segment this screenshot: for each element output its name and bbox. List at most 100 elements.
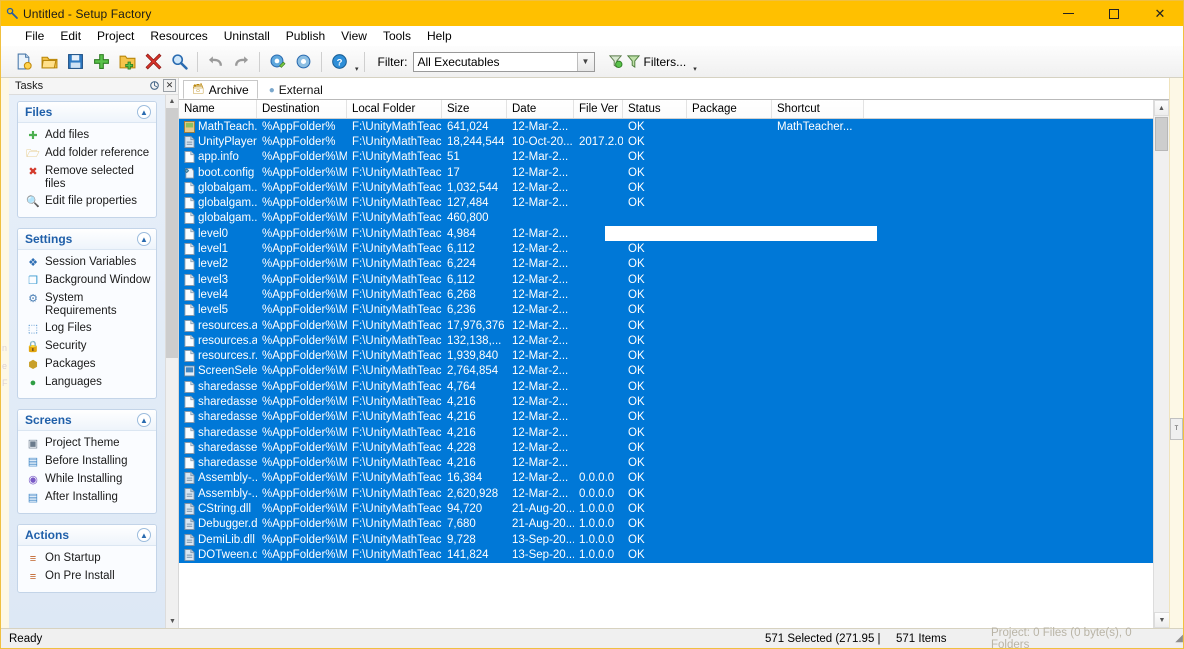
tasks-scroll-thumb[interactable] [166, 108, 178, 358]
column-header-file-ver[interactable]: File Ver [574, 100, 623, 118]
menu-item-project[interactable]: Project [89, 27, 142, 45]
table-row[interactable]: Debugger.dll %AppFolder%\Mat... F:\UnityMa… [179, 516, 1153, 533]
table-row[interactable]: sharedasse... %AppFolder%\Mat... F:\UnityM… [179, 409, 1153, 425]
tab-external[interactable]: ● External [260, 80, 332, 99]
maximize-button[interactable] [1091, 1, 1137, 26]
task-item-add-files[interactable]: ✚ Add files [24, 127, 152, 145]
table-row[interactable]: resources.a... %AppFolder%\Mat... F:\Unity… [179, 317, 1153, 334]
task-group-header[interactable]: Screens ▲ [18, 410, 156, 431]
task-item-after-installing[interactable]: ▤ After Installing [24, 489, 152, 507]
build-button[interactable] [291, 49, 316, 74]
table-row[interactable]: UnityPlayer.... %AppFolder% F:\UnityMathTe… [179, 134, 1153, 150]
open-project-button[interactable] [37, 49, 62, 74]
grid-scrollbar[interactable]: ▲ ▼ [1153, 100, 1170, 628]
table-row[interactable]: level4 %AppFolder%\Mat... F:\UnityMathTeac… [179, 287, 1153, 303]
task-item-security[interactable]: 🔒 Security [24, 338, 152, 356]
task-group-header[interactable]: Actions ▲ [18, 525, 156, 546]
menu-item-tools[interactable]: Tools [375, 27, 419, 45]
redo-button[interactable] [229, 49, 254, 74]
chevron-down-icon[interactable]: ▼ [576, 52, 594, 71]
table-row[interactable]: level5 %AppFolder%\Mat... F:\UnityMathTeac… [179, 302, 1153, 318]
add-folder-button[interactable] [115, 49, 140, 74]
table-row[interactable]: Assembly-... %AppFolder%\Mat... F:\UnityMa… [179, 486, 1153, 502]
docked-panel-tab[interactable]: T [1170, 418, 1183, 440]
collapse-chevron-icon[interactable]: ▲ [137, 413, 151, 427]
table-row[interactable]: level1 %AppFolder%\Mat... F:\UnityMathTeac… [179, 241, 1153, 257]
task-item-edit-file-properties[interactable]: 🔍 Edit file properties [24, 193, 152, 211]
file-properties-button[interactable] [167, 49, 192, 74]
build-settings-button[interactable] [265, 49, 290, 74]
task-item-add-folder-reference[interactable]: 🗁 Add folder reference [24, 145, 152, 163]
grid-scroll-up-icon[interactable]: ▲ [1154, 100, 1169, 116]
collapse-chevron-icon[interactable]: ▲ [137, 232, 151, 246]
table-row[interactable]: sharedasse... %AppFolder%\Mat... F:\UnityM… [179, 379, 1153, 395]
menu-item-help[interactable]: Help [419, 27, 460, 45]
table-row[interactable]: DemiLib.dll %AppFolder%\Mat... F:\UnityMat… [179, 532, 1153, 548]
tab-archive[interactable]: 🗃 Archive [183, 80, 258, 99]
menu-item-edit[interactable]: Edit [52, 27, 89, 45]
collapse-chevron-icon[interactable]: ▲ [137, 528, 151, 542]
menu-item-view[interactable]: View [333, 27, 375, 45]
task-item-system-requirements[interactable]: ⚙ System Requirements [24, 290, 152, 320]
tasks-close-button[interactable]: ✕ [163, 79, 176, 92]
table-row[interactable]: sharedasse... %AppFolder%\Mat... F:\UnityM… [179, 394, 1153, 410]
table-row[interactable]: resources.r... %AppFolder%\Mat... F:\Unity… [179, 348, 1153, 364]
table-row[interactable]: level2 %AppFolder%\Mat... F:\UnityMathTeac… [179, 256, 1153, 272]
column-header-local-folder[interactable]: Local Folder [347, 100, 442, 118]
column-header-package[interactable]: Package [687, 100, 772, 118]
task-group-header[interactable]: Files ▲ [18, 102, 156, 123]
task-item-on-startup[interactable]: ≡ On Startup [24, 550, 152, 568]
table-row[interactable]: sharedasse... %AppFolder%\Mat... F:\UnityM… [179, 440, 1153, 456]
task-item-background-window[interactable]: ❐ Background Window [24, 272, 152, 290]
table-row[interactable]: app.info %AppFolder%\Mat... F:\UnityMathTe… [179, 149, 1153, 165]
task-group-header[interactable]: Settings ▲ [18, 229, 156, 250]
table-row[interactable]: level3 %AppFolder%\Mat... F:\UnityMathTeac… [179, 271, 1153, 288]
column-header-status[interactable]: Status [623, 100, 687, 118]
table-row[interactable]: sharedasse... %AppFolder%\Mat... F:\UnityM… [179, 424, 1153, 441]
task-item-languages[interactable]: ● Languages [24, 374, 152, 392]
tasks-scrollbar[interactable]: ▲ ▼ [165, 95, 178, 628]
task-item-while-installing[interactable]: ◉ While Installing [24, 471, 152, 489]
task-item-before-installing[interactable]: ▤ Before Installing [24, 453, 152, 471]
scroll-up-icon[interactable]: ▲ [166, 95, 178, 108]
column-header-date[interactable]: Date [507, 100, 574, 118]
task-item-remove-selected-files[interactable]: ✖ Remove selected files [24, 163, 152, 193]
table-row[interactable]: MathTeach... %AppFolder% F:\UnityMathTeac.… [179, 119, 1153, 135]
column-header-name[interactable]: Name [179, 100, 257, 118]
table-row[interactable]: Assembly-... %AppFolder%\Mat... F:\UnityMa… [179, 470, 1153, 487]
filters-dropdown-arrow[interactable]: ▾ [693, 65, 697, 73]
grid-scroll-thumb[interactable] [1155, 117, 1168, 151]
table-row[interactable]: globalgam... %AppFolder%\Mat... F:\UnityMa… [179, 180, 1153, 196]
save-project-button[interactable] [63, 49, 88, 74]
menu-item-uninstall[interactable]: Uninstall [216, 27, 278, 45]
table-row[interactable]: DOTween.dll %AppFolder%\Mat... F:\UnityMat… [179, 547, 1153, 563]
table-row[interactable]: globalgam... %AppFolder%\Mat... F:\UnityMa… [179, 195, 1153, 211]
menu-item-publish[interactable]: Publish [278, 27, 333, 45]
collapse-chevron-icon[interactable]: ▲ [137, 105, 151, 119]
filter-combobox[interactable]: All Executables ▼ [412, 51, 595, 72]
undo-button[interactable] [203, 49, 228, 74]
table-row[interactable]: sharedasse... %AppFolder%\Mat... F:\UnityM… [179, 455, 1153, 471]
remove-files-button[interactable] [141, 49, 166, 74]
column-header-size[interactable]: Size [442, 100, 507, 118]
menu-item-resources[interactable]: Resources [142, 27, 215, 45]
close-button[interactable]: ✕ [1137, 1, 1183, 26]
filters-button[interactable]: Filters... [604, 52, 691, 71]
task-item-project-theme[interactable]: ▣ Project Theme [24, 435, 152, 453]
menu-item-file[interactable]: File [17, 27, 52, 45]
column-header-shortcut[interactable]: Shortcut [772, 100, 864, 118]
scroll-down-icon[interactable]: ▼ [166, 615, 178, 628]
task-item-session-variables[interactable]: ❖ Session Variables [24, 254, 152, 272]
table-row[interactable]: globalgam... %AppFolder%\Mat... F:\UnityMa… [179, 210, 1153, 227]
table-row[interactable]: resources.a... %AppFolder%\Mat... F:\Unity… [179, 333, 1153, 349]
task-item-packages[interactable]: ⬢ Packages [24, 356, 152, 374]
add-files-button[interactable] [89, 49, 114, 74]
task-item-log-files[interactable]: ⬚ Log Files [24, 320, 152, 338]
help-button[interactable]: ? [327, 49, 352, 74]
table-row[interactable]: ScreenSele... %AppFolder%\Mat... F:\UnityM… [179, 363, 1153, 380]
table-row[interactable]: boot.config %AppFolder%\Mat... F:\UnityMat… [179, 164, 1153, 181]
new-project-button[interactable] [11, 49, 36, 74]
pin-icon[interactable] [148, 79, 161, 92]
column-header-destination[interactable]: Destination [257, 100, 347, 118]
minimize-button[interactable] [1045, 1, 1091, 26]
